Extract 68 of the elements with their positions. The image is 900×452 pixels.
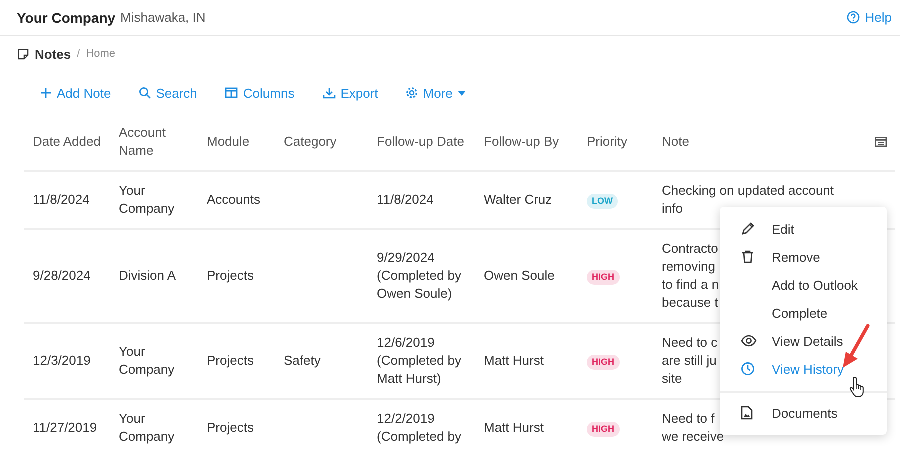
document-icon: [741, 406, 753, 420]
table-cell: 11/8/2024: [377, 191, 434, 209]
menu-item[interactable]: Add to Outlook: [720, 271, 887, 299]
table-cell-text: Division A: [118, 267, 178, 285]
columns-icon: [225, 87, 238, 99]
table-cell-text: Owen Soule: [483, 267, 556, 285]
plus-icon: [40, 87, 52, 99]
help-icon: [847, 11, 860, 24]
company-location: Mishawaka, IN: [120, 10, 206, 25]
table-cell-text: Projects: [206, 352, 255, 370]
add-button[interactable]: Add Note: [34, 82, 118, 104]
note-icon: [18, 48, 29, 60]
menu-item[interactable]: Edit: [720, 215, 887, 243]
menu-item[interactable]: Remove: [720, 243, 887, 271]
column-header[interactable]: Follow-up By: [475, 133, 578, 151]
priority-badge: HIGH: [587, 422, 620, 437]
menu-item[interactable]: View History: [720, 355, 887, 383]
column-header[interactable]: Account Name: [110, 124, 198, 160]
table-cell: Safety: [284, 353, 321, 368]
table-cell: 9/29/2024 (Completed by Owen Soule): [377, 249, 462, 303]
search-button[interactable]: Search: [133, 82, 204, 104]
table-cell-text: Matt Hurst: [483, 352, 545, 370]
eye-icon: [741, 335, 757, 347]
priority-badge: HIGH: [587, 270, 620, 285]
table-cell: Checking on updated account info: [662, 182, 834, 218]
more-button[interactable]: More: [400, 82, 472, 104]
hand-cursor-icon: [849, 376, 867, 398]
clock-icon: [741, 362, 755, 376]
export-button[interactable]: Export: [316, 82, 384, 104]
column-header[interactable]: Date Added: [24, 133, 110, 151]
caret-icon: [458, 90, 466, 96]
table-cell: 12/6/2019 (Completed by Matt Hurst): [377, 334, 462, 388]
column-header[interactable]: Follow-up Date: [368, 133, 475, 151]
table-cell-text: 9/28/2024: [32, 267, 92, 285]
menu-item[interactable]: Complete: [720, 299, 887, 327]
column-header[interactable]: Module: [198, 133, 275, 151]
table-cell-text: Your Company: [118, 410, 176, 446]
priority-badge: HIGH: [587, 355, 620, 370]
table-cell: 12/2/2019 (Completed by: [377, 410, 462, 446]
table-cell-text: Accounts: [206, 191, 262, 209]
breadcrumb-separator: /: [77, 48, 80, 60]
table-cell-text: Projects: [206, 267, 255, 285]
menu-item[interactable]: View Details: [720, 327, 887, 355]
table-cell-text: 11/8/2024: [32, 191, 91, 209]
download-icon: [322, 87, 336, 99]
table-cell-text: Walter Cruz: [483, 191, 554, 209]
table-cell-text: Your Company: [118, 182, 176, 218]
columns-button[interactable]: Columns: [219, 82, 301, 104]
table-cell-text: Matt Hurst: [483, 419, 545, 437]
column-header[interactable]: Priority: [578, 133, 653, 151]
table-cell-text: 12/3/2019: [32, 352, 92, 370]
table-cell-text: 11/27/2019: [32, 419, 98, 437]
trash-icon: [741, 250, 755, 264]
priority-badge: LOW: [587, 194, 618, 209]
table-cell: Contracto removing to find a n because t: [662, 240, 720, 312]
table-settings-icon[interactable]: [875, 137, 887, 147]
help-link[interactable]: Help: [865, 10, 892, 25]
table-cell: Need to c are still ju site: [662, 334, 718, 388]
pencil-icon: [741, 222, 755, 236]
breadcrumb-link[interactable]: Home: [86, 48, 116, 60]
column-header[interactable]: Category: [275, 133, 368, 151]
search-icon: [139, 87, 152, 99]
table-cell-text: Projects: [206, 419, 255, 437]
column-header[interactable]: Note: [653, 133, 859, 151]
company-name: Your Company: [17, 10, 116, 26]
settings-icon: [406, 87, 418, 99]
breadcrumb-current: Notes: [35, 46, 72, 62]
table-cell-text: Your Company: [118, 343, 176, 379]
